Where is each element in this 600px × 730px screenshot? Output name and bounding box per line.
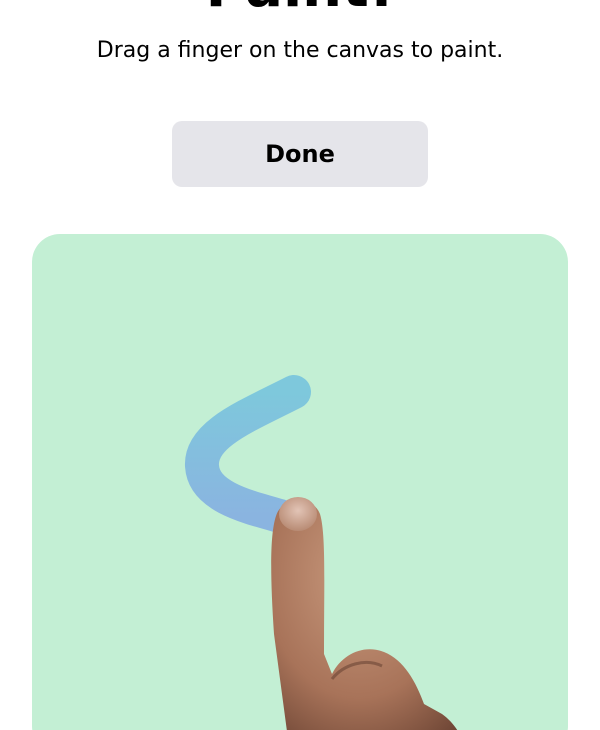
finger-hand [271,497,458,730]
instructions-text: Drag a finger on the canvas to paint. [96,38,504,63]
paint-stroke [185,375,311,533]
paint-canvas[interactable] [32,234,568,730]
page-title: Paint! [0,0,600,16]
canvas-drawing [185,375,458,730]
done-button[interactable]: Done [172,121,428,187]
paint-screen: Paint! Drag a finger on the canvas to pa… [0,0,600,730]
